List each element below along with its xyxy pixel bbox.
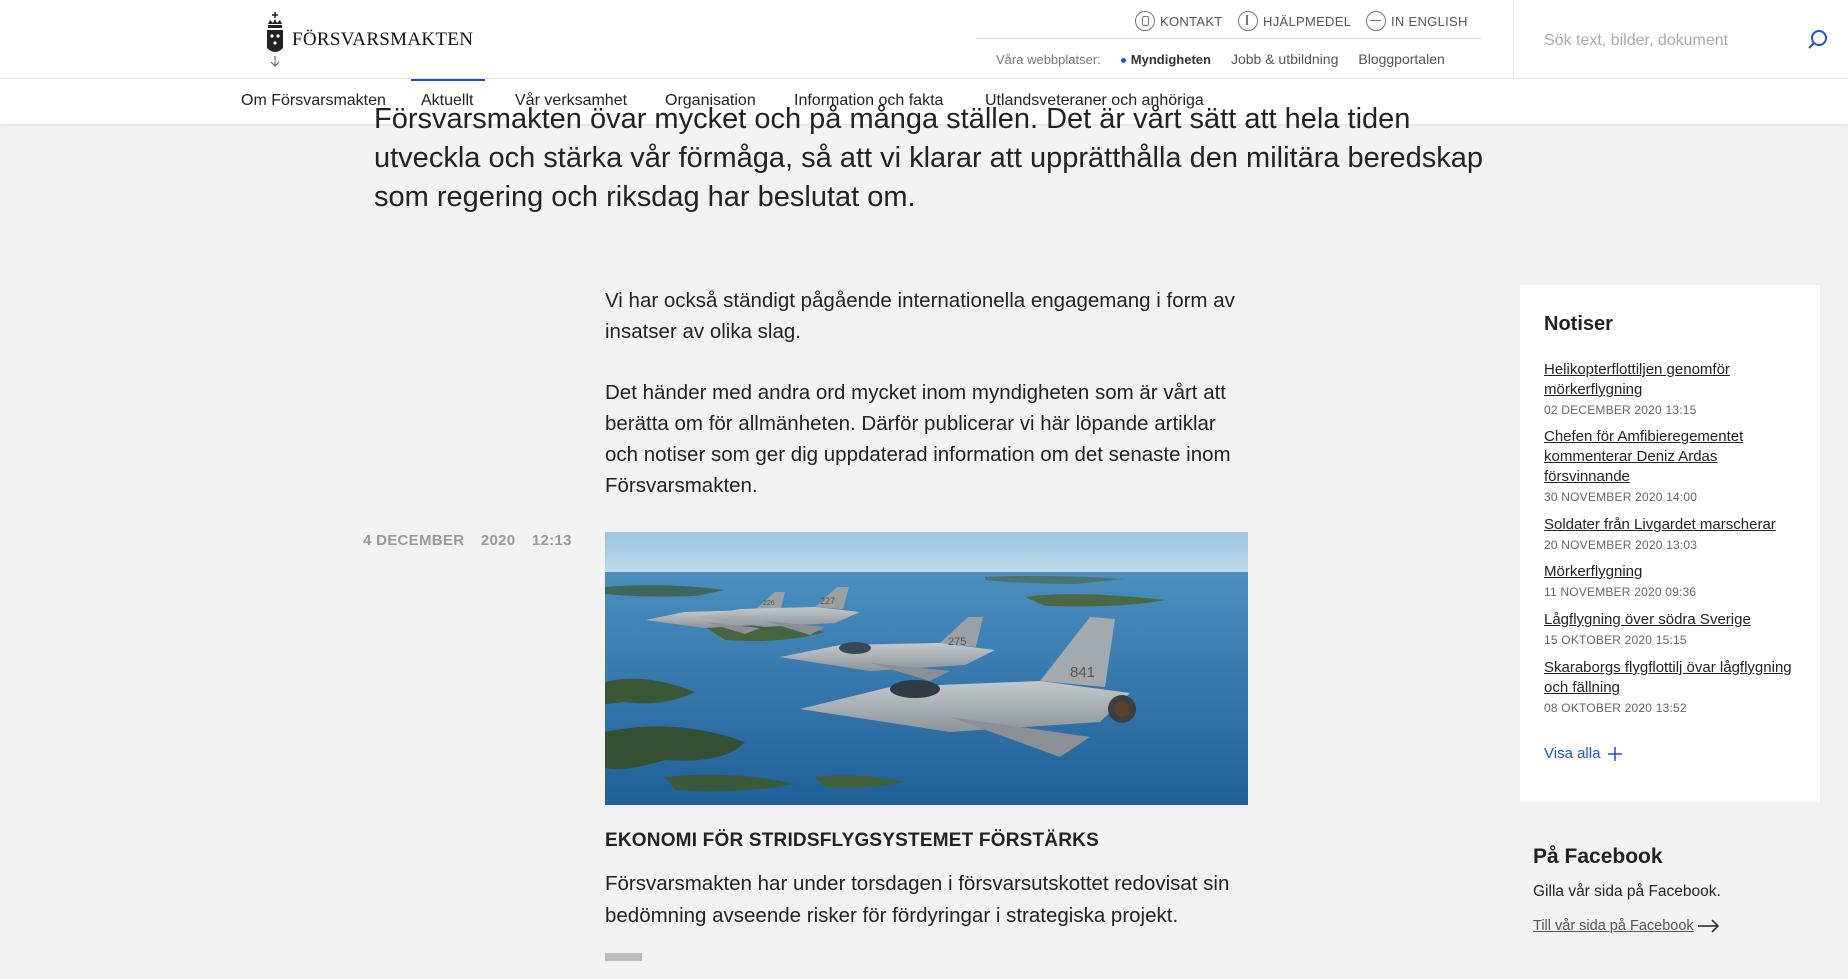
jet-number: 275 [948,636,966,648]
kontakt-link[interactable]: KONTAKT [1135,11,1223,31]
sites-label: Våra webbplatser: [996,51,1101,67]
notis-date: 15 OKTOBER 2020 15:15 [1544,633,1687,647]
search-icon[interactable] [1806,28,1830,52]
article-year: 2020 [480,532,516,549]
site-link-myndigheten[interactable]: Myndigheten [1120,52,1211,67]
nav-active-indicator [411,79,485,81]
arrow-right-icon [1697,919,1719,933]
search-input[interactable] [1544,26,1774,56]
in-english-link[interactable]: IN ENGLISH [1366,11,1468,31]
divider [1513,0,1514,79]
notis-link[interactable]: Mörkerflygning [1544,562,1804,582]
notis-link[interactable]: Lågflygning över södra Sverige [1544,610,1804,630]
phone-icon [1135,11,1155,31]
site-link-jobb[interactable]: Jobb & utbildning [1231,51,1338,67]
logo[interactable]: FÖRSVARSMAKTEN [264,10,473,70]
list-item: Mörkerflygning 11 NOVEMBER 2020 09:36 [1544,562,1804,599]
lead-text: Försvarsmakten övar mycket och på många … [374,103,1483,213]
article-date: 4 DECEMBER [363,532,465,549]
notis-date: 02 DECEMBER 2020 13:15 [1544,403,1697,417]
notiser-panel: Notiser Helikopterflottiljen genomför mö… [1520,285,1820,802]
notis-date: 20 NOVEMBER 2020 13:03 [1544,538,1698,552]
notis-link[interactable]: Helikopterflottiljen genomför mörkerflyg… [1544,360,1804,400]
in-english-label: IN ENGLISH [1391,13,1468,29]
hjalpmedel-link[interactable]: HJÄLPMEDEL [1238,11,1351,31]
article-image[interactable]: 226 227 275 841 [605,532,1248,805]
site-header: FÖRSVARSMAKTEN KONTAKT HJÄLPMEDEL IN ENG… [0,0,1848,79]
list-item: Helikopterflottiljen genomför mörkerflyg… [1544,360,1804,417]
notis-date: 08 OKTOBER 2020 13:52 [1544,701,1687,715]
notiser-title: Notiser [1544,313,1613,335]
plus-icon [1608,746,1623,761]
placeholder-bar [605,953,642,961]
jet-number: 841 [1070,664,1095,681]
divider [976,38,1482,39]
article-summary: Försvarsmakten har under torsdagen i för… [605,872,1230,927]
jet-number: 227 [820,596,835,606]
body-paragraph: Det händer med andra ord mycket inom myn… [605,381,1231,497]
article-time: 12:13 [531,532,572,549]
kontakt-label: KONTAKT [1160,13,1223,29]
facebook-link[interactable]: Till vår sida på Facebook [1533,918,1833,934]
sites-switcher: Våra webbplatser: Myndigheten Jobb & utb… [996,51,1445,67]
hjalpmedel-label: HJÄLPMEDEL [1263,13,1352,29]
visa-alla-label: Visa alla [1544,745,1601,762]
site-link-bloggportalen[interactable]: Bloggportalen [1358,51,1444,67]
list-item: Skaraborgs flygflottilj övar lågflygning… [1544,658,1804,715]
globe-icon [1366,11,1386,31]
notis-date: 30 NOVEMBER 2020 14:00 [1544,490,1698,504]
notis-date: 11 NOVEMBER 2020 09:36 [1544,585,1697,599]
list-item: Lågflygning över södra Sverige 15 OKTOBE… [1544,610,1804,647]
facebook-section: På Facebook Gilla vår sida på Facebook. … [1533,845,1833,934]
facebook-title: På Facebook [1533,845,1663,868]
nav-item-om-forsvarsmakten[interactable]: Om Försvarsmakten [241,92,386,110]
fighter-jets-image: 226 227 275 841 [605,532,1248,805]
article-title[interactable]: EKONOMI FÖR STRIDSFLYGSYSTEMET FÖRSTÄRKS [605,830,1099,852]
article-meta: 4 DECEMBER 2020 12:13 [363,532,584,549]
facebook-link-label: Till vår sida på Facebook [1533,918,1694,934]
notis-link[interactable]: Skaraborgs flygflottilj övar lågflygning… [1544,658,1804,698]
notis-link[interactable]: Soldater från Livgardet marscherar [1544,515,1804,535]
notis-link[interactable]: Chefen för Amfibieregementet kommenterar… [1544,427,1804,487]
facebook-text: Gilla vår sida på Facebook. [1533,883,1721,900]
list-item: Chefen för Amfibieregementet kommenterar… [1544,427,1804,504]
jet-number: 226 [763,600,775,607]
visa-alla-link[interactable]: Visa alla [1544,745,1623,762]
body-paragraph: Vi har också ständigt pågående internati… [605,289,1235,343]
crown-emblem-icon [267,12,283,67]
accessibility-icon [1238,11,1258,31]
logo-text: FÖRSVARSMAKTEN [292,29,474,50]
list-item: Soldater från Livgardet marscherar 20 NO… [1544,515,1804,552]
